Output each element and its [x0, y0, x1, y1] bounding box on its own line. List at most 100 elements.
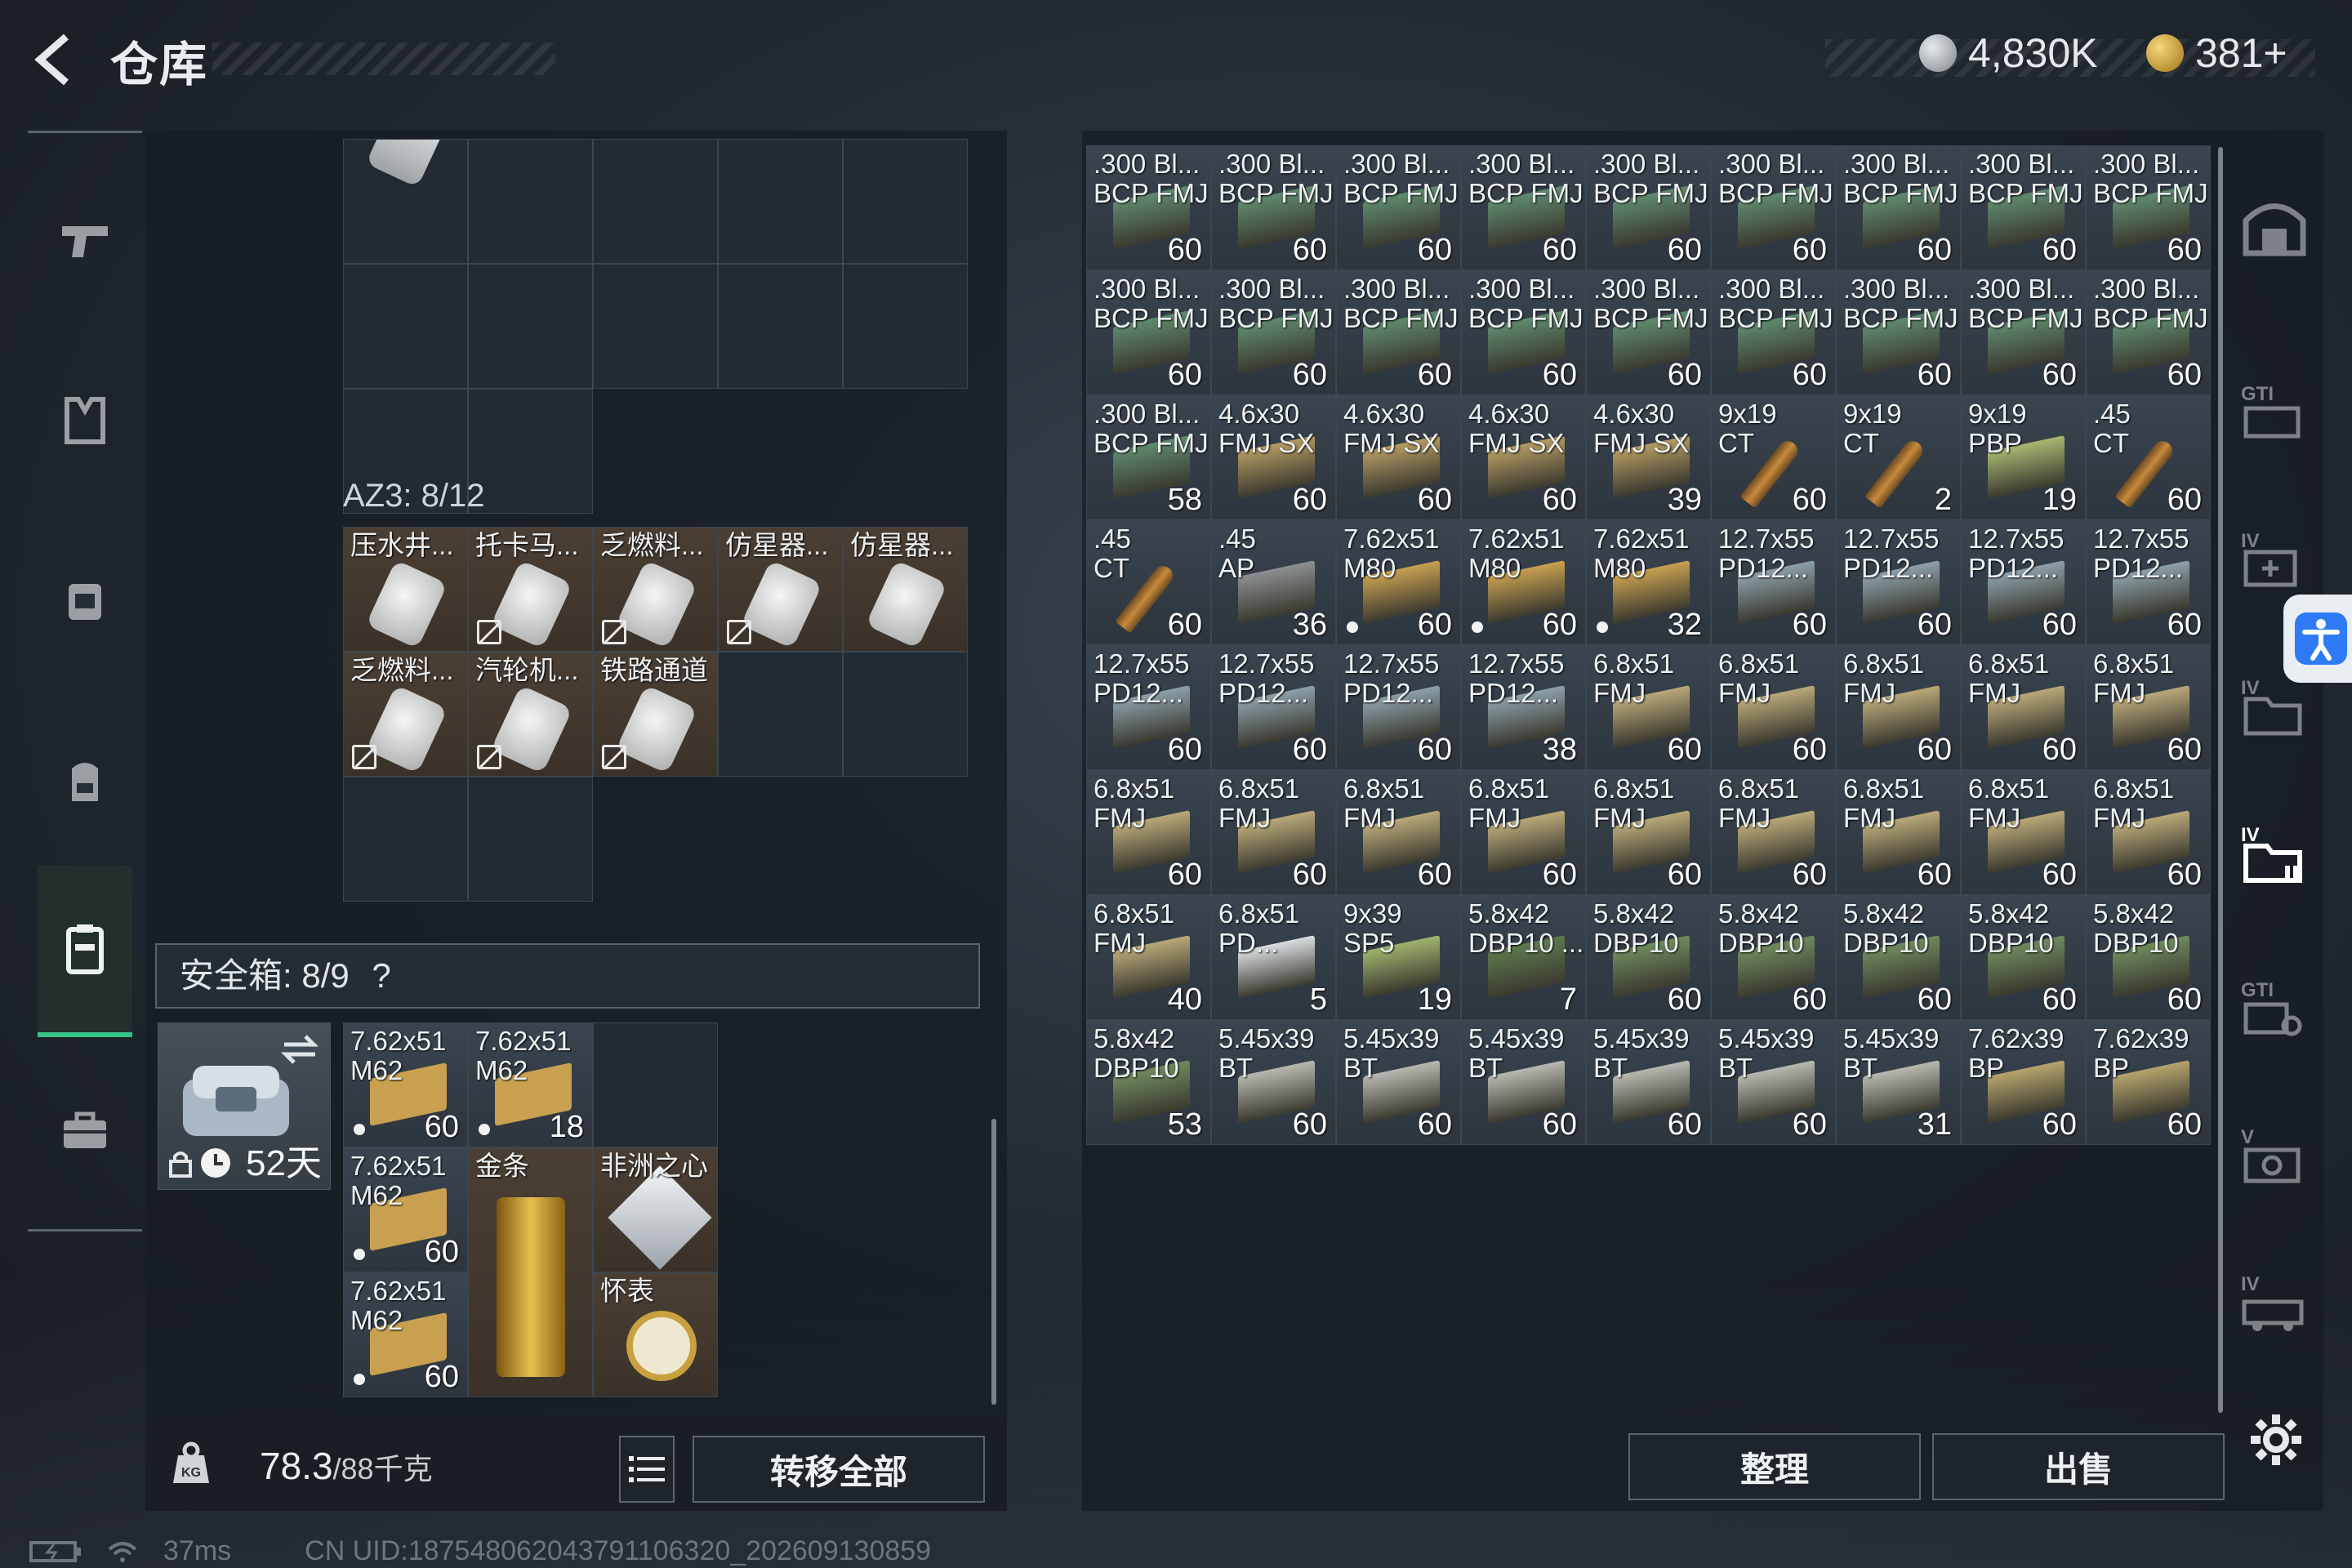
stash-item-slot[interactable]: 4.6x30 FMJ SX 39 [1586, 395, 1711, 520]
stash-item-slot[interactable]: 5.45x39 BT 60 [1336, 1020, 1461, 1145]
sidebar-item-weapon[interactable] [38, 180, 132, 302]
empty-slot[interactable] [593, 1022, 718, 1147]
stash-item-slot[interactable]: 12.7x55 PD12... 60 [1836, 520, 1961, 645]
stash-item-slot[interactable]: 9x19 CT 60 [1711, 395, 1836, 520]
stash-item-slot[interactable]: .300 Bl... BCP FMJ 60 [2086, 145, 2211, 270]
empty-slot[interactable] [843, 652, 968, 777]
sidebar-item-case[interactable] [38, 1070, 132, 1192]
safe-case-slot[interactable]: 52天 [158, 1022, 331, 1190]
stash-item-slot[interactable]: .300 Bl... BCP FMJ 58 [1086, 395, 1211, 520]
back-button[interactable] [24, 31, 82, 88]
stash-item-slot[interactable]: 6.8x51 FMJ 60 [2086, 770, 2211, 895]
container-slot[interactable] [468, 264, 593, 389]
safe-item-slot[interactable]: 7.62x51 M62 60 [343, 1147, 468, 1272]
stash-scrollbar[interactable] [2218, 147, 2223, 1413]
container-slot[interactable] [468, 389, 593, 514]
stash-item-slot[interactable]: 6.8x51 FMJ 60 [1461, 770, 1586, 895]
sidebar-item-container[interactable] [38, 866, 132, 1037]
container-slot[interactable] [718, 139, 843, 264]
level4-vehicle-icon[interactable]: IV [2238, 1266, 2311, 1339]
stash-item-slot[interactable]: 6.8x51 FMJ 60 [1586, 770, 1711, 895]
stash-item-slot[interactable]: 6.8x51 FMJ 60 [1336, 770, 1461, 895]
stash-item-slot[interactable]: 6.8x51 FMJ 60 [1961, 645, 2086, 770]
stash-item-slot[interactable]: 12.7x55 PD12... 60 [1961, 520, 2086, 645]
stash-item-slot[interactable]: 7.62x39 BP 60 [1961, 1020, 2086, 1145]
stash-item-slot[interactable]: .300 Bl... BCP FMJ 60 [1461, 270, 1586, 395]
stash-item-slot[interactable]: 5.8x42 DBP10 ... 7 [1461, 895, 1586, 1020]
stash-item-slot[interactable]: 9x39 SP5 19 [1336, 895, 1461, 1020]
safe-item-slot[interactable]: 7.62x51 M62 60 [343, 1022, 468, 1147]
stash-item-slot[interactable]: 5.8x42 DBP10 60 [1836, 895, 1961, 1020]
gti-search-icon[interactable]: GTI [2238, 972, 2311, 1045]
stash-item-slot[interactable]: 6.8x51 FMJ 60 [1086, 770, 1211, 895]
garage-icon[interactable] [2238, 188, 2311, 261]
stash-item-slot[interactable]: .300 Bl... BCP FMJ 60 [1086, 145, 1211, 270]
stash-item-slot[interactable]: 5.45x39 BT 60 [1586, 1020, 1711, 1145]
key-item-slot[interactable]: 托卡马... [468, 527, 593, 652]
stash-item-slot[interactable]: 7.62x51 M80 32 [1586, 520, 1711, 645]
safe-item-slot[interactable]: 非洲之心 [593, 1147, 718, 1272]
stash-item-slot[interactable]: 12.7x55 PD12... 60 [2086, 520, 2211, 645]
safe-item-slot[interactable]: 怀表 [593, 1272, 718, 1397]
stash-item-slot[interactable]: 12.7x55 PD12... 60 [1711, 520, 1836, 645]
level4-add-storage-icon[interactable]: IV [2238, 523, 2311, 596]
stash-item-slot[interactable]: .300 Bl... BCP FMJ 60 [1211, 270, 1336, 395]
stash-item-slot[interactable]: .300 Bl... BCP FMJ 60 [1711, 270, 1836, 395]
settings-gear-icon[interactable] [2247, 1411, 2305, 1468]
stash-item-slot[interactable]: .45 CT 60 [1086, 520, 1211, 645]
left-scrollbar[interactable] [991, 1119, 996, 1405]
stash-item-slot[interactable]: 4.6x30 FMJ SX 60 [1461, 395, 1586, 520]
stash-item-slot[interactable]: 9x19 CT 2 [1836, 395, 1961, 520]
stash-item-slot[interactable]: 7.62x39 BP 60 [2086, 1020, 2211, 1145]
key-item-slot[interactable]: 仿星器... [718, 527, 843, 652]
stash-item-slot[interactable]: 7.62x51 M80 60 [1336, 520, 1461, 645]
accessibility-button[interactable] [2283, 595, 2352, 683]
stash-item-slot[interactable]: .300 Bl... BCP FMJ 60 [1336, 145, 1461, 270]
stash-item-slot[interactable]: 6.8x51 PD... 5 [1211, 895, 1336, 1020]
sidebar-item-rig[interactable] [38, 539, 132, 662]
stash-item-slot[interactable]: .300 Bl... BCP FMJ 60 [2086, 270, 2211, 395]
stash-item-slot[interactable]: .300 Bl... BCP FMJ 60 [1586, 270, 1711, 395]
stash-item-slot[interactable]: .300 Bl... BCP FMJ 60 [1461, 145, 1586, 270]
stash-item-slot[interactable]: .300 Bl... BCP FMJ 60 [1961, 270, 2086, 395]
level4-folder-active-icon[interactable]: IV [2238, 817, 2311, 890]
stash-item-slot[interactable]: 5.45x39 BT 31 [1836, 1020, 1961, 1145]
stash-item-slot[interactable]: 5.45x39 BT 60 [1461, 1020, 1586, 1145]
stash-item-slot[interactable]: .300 Bl... BCP FMJ 60 [1961, 145, 2086, 270]
stash-item-slot[interactable]: 6.8x51 FMJ 60 [1711, 770, 1836, 895]
stash-item-slot[interactable]: 6.8x51 FMJ 60 [1836, 770, 1961, 895]
organize-button[interactable]: 整理 [1628, 1433, 1921, 1500]
container-slot[interactable] [343, 264, 468, 389]
stash-item-slot[interactable]: .45 CT 60 [2086, 395, 2211, 520]
stash-item-slot[interactable]: 6.8x51 FMJ 60 [1711, 645, 1836, 770]
currency-silver[interactable]: 4,830K [1919, 29, 2097, 77]
stash-item-slot[interactable]: 6.8x51 FMJ 60 [1211, 770, 1336, 895]
container-slot[interactable] [343, 139, 468, 264]
key-item-slot[interactable]: 压水井... [343, 527, 468, 652]
help-icon[interactable]: ? [372, 956, 390, 995]
stash-item-slot[interactable]: .300 Bl... BCP FMJ 60 [1086, 270, 1211, 395]
gti-storage-icon[interactable]: GTI [2238, 376, 2311, 449]
container-slot[interactable] [718, 264, 843, 389]
stash-item-slot[interactable]: 5.8x42 DBP10 60 [1586, 895, 1711, 1020]
stash-item-slot[interactable]: .300 Bl... BCP FMJ 60 [1211, 145, 1336, 270]
stash-item-slot[interactable]: 6.8x51 FMJ 40 [1086, 895, 1211, 1020]
stash-item-slot[interactable]: 9x19 PBP 19 [1961, 395, 2086, 520]
stash-item-slot[interactable]: .300 Bl... BCP FMJ 60 [1836, 145, 1961, 270]
key-item-slot[interactable]: 汽轮机... [468, 652, 593, 777]
key-item-slot[interactable]: 乏燃料... [343, 652, 468, 777]
safe-item-slot[interactable]: 7.62x51 M62 18 [468, 1022, 593, 1147]
container-slot[interactable] [468, 139, 593, 264]
stash-item-slot[interactable]: 12.7x55 PD12... 38 [1461, 645, 1586, 770]
stash-item-slot[interactable]: 5.8x42 DBP10 60 [2086, 895, 2211, 1020]
stash-item-slot[interactable]: .45 AP 36 [1211, 520, 1336, 645]
stash-item-slot[interactable]: 12.7x55 PD12... 60 [1086, 645, 1211, 770]
empty-slot[interactable] [718, 652, 843, 777]
stash-item-slot[interactable]: 4.6x30 FMJ SX 60 [1336, 395, 1461, 520]
safe-item-slot[interactable]: 7.62x51 M62 60 [343, 1272, 468, 1397]
currency-gold[interactable]: 381+ [2146, 29, 2287, 77]
safe-item-slot[interactable]: 金条 [468, 1147, 593, 1397]
key-item-slot[interactable]: 乏燃料... [593, 527, 718, 652]
container-slot[interactable] [593, 264, 718, 389]
level5-storage-icon[interactable]: V [2238, 1119, 2311, 1192]
